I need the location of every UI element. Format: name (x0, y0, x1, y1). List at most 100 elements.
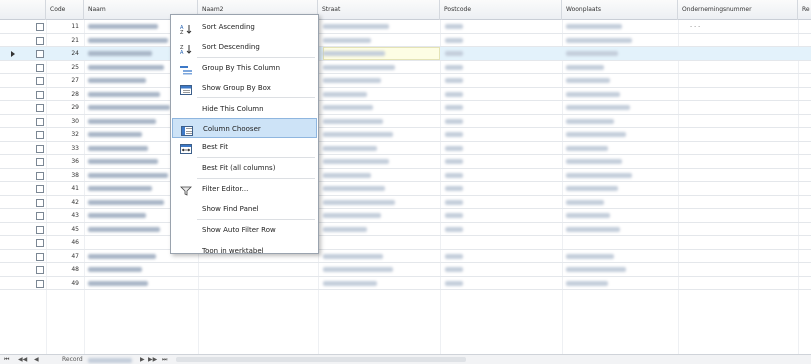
obscured-value (566, 267, 626, 272)
obscured-value (323, 37, 371, 43)
row-checkbox[interactable] (36, 77, 44, 85)
code-cell: 49 (71, 279, 79, 287)
menu-item-column-chooser[interactable]: Column Chooser (172, 118, 317, 138)
menu-item-label: Hide This Column (202, 105, 264, 113)
row-checkbox[interactable] (36, 212, 44, 220)
obscured-value (566, 24, 622, 29)
ondernemingsnummer-cell: - - - (690, 23, 701, 30)
row-checkbox[interactable] (36, 23, 44, 31)
row-checkbox[interactable] (36, 185, 44, 193)
filter-icon (180, 184, 192, 196)
row-checkbox[interactable] (36, 131, 44, 139)
obscured-value (323, 267, 393, 272)
obscured-value (445, 37, 463, 43)
row-checkbox[interactable] (36, 198, 44, 207)
column-header-straat[interactable]: Straat (318, 0, 440, 20)
table-row[interactable]: 38 (0, 169, 811, 182)
group-by-box-icon (180, 83, 192, 95)
table-row[interactable]: 30 (0, 115, 811, 128)
previous-page-button[interactable]: ◀◀ (18, 356, 27, 364)
row-checkbox[interactable] (36, 63, 44, 72)
last-record-button[interactable]: ⏭ (162, 356, 167, 364)
row-checkbox[interactable] (36, 252, 44, 261)
table-row[interactable]: 42 (0, 196, 811, 209)
column-header-woonplaats[interactable]: Woonplaats (562, 0, 678, 20)
menu-item-show-auto-filter-row[interactable]: Show Auto Filter Row (172, 220, 317, 240)
table-row[interactable]: 46 (0, 236, 811, 250)
row-checkbox[interactable] (36, 104, 44, 112)
table-row[interactable]: 29 (0, 101, 811, 115)
row-checkbox[interactable] (36, 279, 44, 288)
obscured-value (323, 64, 395, 70)
row-checkbox[interactable] (36, 144, 44, 153)
table-row[interactable]: 24 (0, 47, 811, 61)
row-checkbox[interactable] (36, 117, 44, 126)
table-row[interactable]: 25 (0, 61, 811, 74)
table-row[interactable]: 11 - - - (0, 20, 811, 34)
row-checkbox[interactable] (36, 90, 44, 99)
column-header-ondernemingsnummer[interactable]: Ondernemingsnummer (678, 0, 798, 20)
menu-item-best-fit[interactable]: Best Fit (172, 137, 317, 157)
table-row[interactable]: 48 (0, 263, 811, 277)
table-row[interactable]: 28 (0, 88, 811, 101)
menu-item-label: Best Fit (all columns) (202, 164, 276, 172)
menu-item-group-by-this-column[interactable]: Group By This Column (172, 58, 317, 78)
menu-item-toon-in-werktabel[interactable]: Toon in werktabel (172, 241, 317, 261)
previous-record-button[interactable]: ◀ (34, 356, 39, 364)
obscured-value (566, 226, 620, 232)
table-row[interactable]: 27 (0, 74, 811, 88)
table-row[interactable]: 32 (0, 128, 811, 142)
table-row[interactable]: 45ERE (0, 223, 811, 236)
menu-item-filter-editor[interactable]: Filter Editor... (172, 179, 317, 199)
menu-item-show-find-panel[interactable]: Show Find Panel (172, 199, 317, 219)
obscured-value (566, 105, 630, 110)
menu-item-label: Show Auto Filter Row (202, 226, 276, 234)
row-checkbox[interactable] (36, 225, 44, 234)
menu-item-best-fit-all-columns[interactable]: Best Fit (all columns) (172, 158, 317, 178)
menu-item-sort-descending[interactable]: Z A Sort Descending (172, 37, 317, 57)
table-row[interactable]: 41 (0, 182, 811, 196)
table-row[interactable]: 33 (0, 142, 811, 155)
table-row[interactable]: 21 (0, 34, 811, 47)
header-selector[interactable] (0, 0, 46, 20)
obscured-value (566, 199, 604, 205)
obscured-value (445, 64, 463, 70)
code-cell: 28 (71, 90, 79, 98)
code-cell: 33 (71, 144, 79, 152)
table-row[interactable]: 47 (0, 250, 811, 263)
column-chooser-icon (181, 124, 193, 136)
column-header-code[interactable]: Code (46, 0, 84, 20)
next-record-button[interactable]: ▶ (140, 356, 145, 364)
menu-item-hide-this-column[interactable]: Hide This Column (172, 99, 317, 119)
row-checkbox[interactable] (36, 50, 44, 58)
menu-item-label: Column Chooser (203, 125, 261, 133)
row-checkbox[interactable] (36, 266, 44, 274)
first-record-button[interactable]: ⏮ (4, 356, 9, 364)
code-cell: 21 (71, 36, 79, 44)
table-row[interactable]: 49 (0, 277, 811, 290)
column-header-postcode[interactable]: Postcode (440, 0, 562, 20)
column-header-more[interactable]: Re (798, 0, 811, 20)
row-checkbox[interactable] (36, 239, 44, 247)
obscured-value (323, 226, 367, 232)
obscured-value (88, 267, 142, 272)
obscured-value (566, 280, 608, 286)
menu-item-show-group-by-box[interactable]: Show Group By Box (172, 78, 317, 98)
menu-item-sort-ascending[interactable]: A Z Sort Ascending (172, 17, 317, 37)
sort-ascending-icon: AZ (180, 22, 192, 36)
obscured-value (88, 132, 142, 137)
menu-separator (197, 57, 315, 58)
table-row[interactable]: 43 (0, 209, 811, 223)
next-page-button[interactable]: ▶▶ (148, 356, 157, 364)
grid-navigator: ⏮ ◀◀ ◀ Record ▶ ▶▶ ⏭ (0, 354, 811, 364)
code-cell: 27 (71, 77, 79, 84)
row-checkbox[interactable] (36, 36, 44, 45)
row-checkbox[interactable] (36, 158, 44, 166)
obscured-value (445, 172, 463, 178)
horizontal-scrollbar[interactable] (176, 357, 466, 362)
menu-item-label: Toon in werktabel (202, 247, 264, 255)
obscured-value (323, 78, 381, 83)
table-row[interactable]: 36 (0, 155, 811, 169)
data-grid[interactable]: Code Naam Naam2 Straat Postcode Woonplaa… (0, 0, 811, 354)
row-checkbox[interactable] (36, 171, 44, 180)
